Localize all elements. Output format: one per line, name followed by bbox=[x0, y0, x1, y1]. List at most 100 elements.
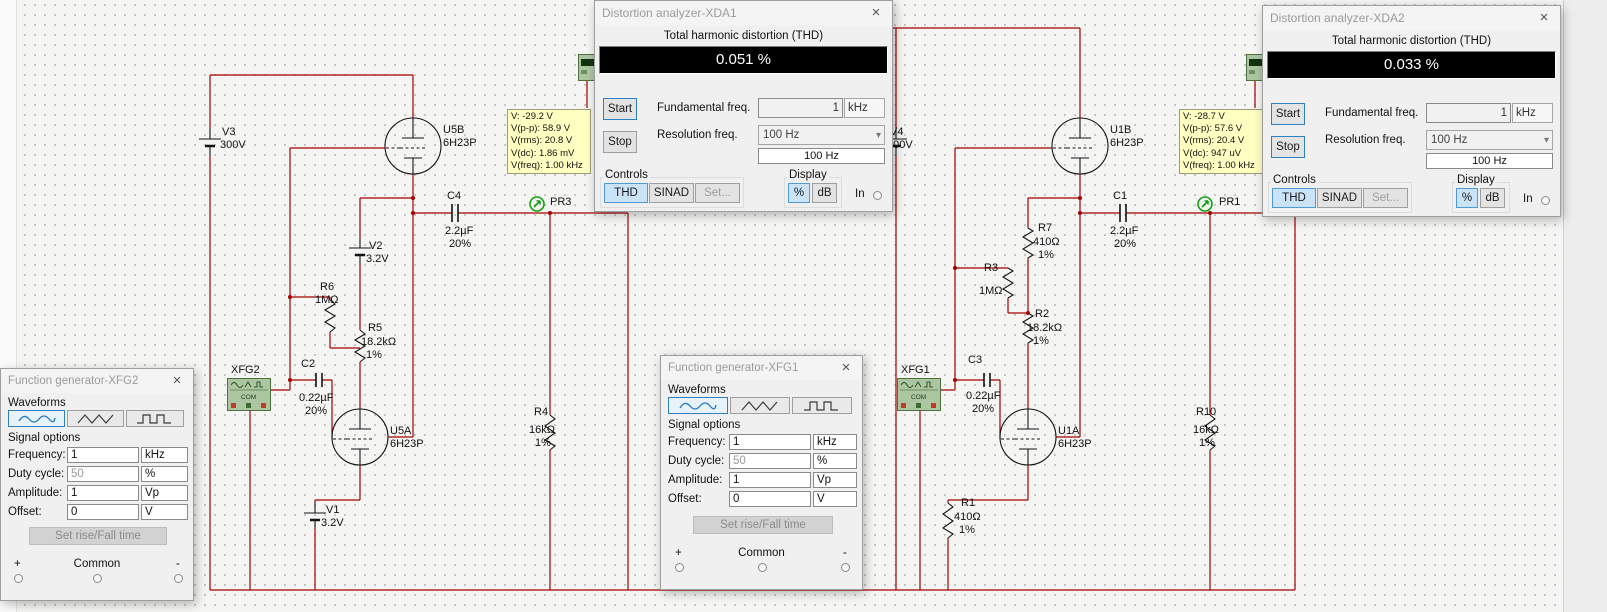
set-rise-fall-button[interactable]: Set rise/Fall time bbox=[29, 527, 167, 545]
probe-line: V: -28.7 V bbox=[1183, 111, 1225, 122]
resolution-freq-value: 100 Hz bbox=[763, 129, 800, 141]
sine-wave-button[interactable] bbox=[668, 397, 728, 414]
chevron-down-icon: ▾ bbox=[875, 130, 881, 141]
amplitude-input[interactable] bbox=[67, 485, 139, 501]
fundamental-freq-input[interactable] bbox=[758, 98, 843, 118]
resistor-R5 bbox=[353, 329, 367, 363]
fundamental-freq-unit: kHz bbox=[844, 98, 885, 118]
duty-cycle-input[interactable] bbox=[729, 453, 811, 469]
triangle-wave-button[interactable] bbox=[730, 397, 790, 414]
offset-unit: V bbox=[813, 491, 857, 507]
offset-input[interactable] bbox=[67, 504, 139, 520]
resolution-freq-edit[interactable] bbox=[1426, 153, 1553, 169]
duty-cycle-input[interactable] bbox=[67, 466, 139, 482]
resistor-R10 bbox=[1203, 414, 1216, 451]
xfg2-window: Function generator-XFG2 × Waveforms Sign… bbox=[0, 368, 194, 601]
thd-mode-button[interactable]: THD bbox=[1272, 188, 1316, 208]
probe-line: V(rms): 20.4 V bbox=[1183, 135, 1245, 147]
resolution-freq-edit[interactable] bbox=[758, 148, 885, 164]
tube-U1B bbox=[1051, 117, 1109, 175]
in-terminal[interactable] bbox=[1541, 196, 1550, 205]
resolution-freq-value: 100 Hz bbox=[1431, 134, 1468, 146]
probe-tooltip-right: V: -28.7 V V(p-p): 57.6 V V(rms): 20.4 V… bbox=[1179, 109, 1263, 175]
window-title: Distortion analyzer-XDA2 bbox=[1270, 11, 1405, 25]
resistor-R6 bbox=[323, 299, 337, 333]
db-button[interactable]: dB bbox=[812, 183, 837, 203]
frequency-input[interactable] bbox=[67, 447, 139, 463]
controls-group-label: Controls bbox=[603, 169, 650, 181]
sinad-mode-button[interactable]: SINAD bbox=[1317, 188, 1362, 208]
xfg2-instrument-icon[interactable]: COM bbox=[227, 378, 271, 411]
xda2-window: Distortion analyzer-XDA2 × Total harmoni… bbox=[1262, 5, 1561, 217]
duty-cycle-unit: % bbox=[813, 453, 857, 469]
resistor-R7 bbox=[1021, 227, 1035, 259]
tube-U5A bbox=[331, 408, 389, 466]
in-terminal[interactable] bbox=[873, 191, 882, 200]
stop-button[interactable]: Stop bbox=[1271, 136, 1305, 158]
sinad-mode-button[interactable]: SINAD bbox=[649, 183, 694, 203]
resolution-freq-dropdown[interactable]: 100 Hz ▾ bbox=[1426, 130, 1553, 150]
sine-wave-button[interactable] bbox=[8, 410, 65, 427]
resolution-freq-dropdown[interactable]: 100 Hz ▾ bbox=[758, 125, 885, 145]
frequency-label: Frequency: bbox=[8, 449, 66, 461]
start-button[interactable]: Start bbox=[603, 98, 637, 120]
resistor-R1 bbox=[941, 502, 954, 539]
amplitude-input[interactable] bbox=[729, 472, 811, 488]
settings-button[interactable]: Set... bbox=[1363, 188, 1408, 208]
triangle-wave-button[interactable] bbox=[67, 410, 124, 427]
duty-cycle-label: Duty cycle: bbox=[8, 468, 65, 480]
close-icon[interactable]: × bbox=[837, 359, 855, 377]
probe-PR3 bbox=[529, 196, 545, 212]
xfg1-instrument-icon[interactable]: COM bbox=[897, 378, 941, 411]
xfg1-titlebar[interactable]: Function generator-XFG1 × bbox=[661, 356, 862, 380]
in-terminal-label: In bbox=[1523, 193, 1533, 205]
plus-terminal[interactable] bbox=[14, 574, 23, 583]
percent-button[interactable]: % bbox=[1456, 188, 1478, 208]
square-wave-button[interactable] bbox=[792, 397, 852, 414]
resolution-freq-label: Resolution freq. bbox=[657, 129, 738, 141]
probe-line: V(dc): 947 uV bbox=[1183, 147, 1242, 159]
square-wave-icon bbox=[804, 401, 838, 411]
xfg2-titlebar[interactable]: Function generator-XFG2 × bbox=[1, 369, 193, 393]
window-title: Function generator-XFG1 bbox=[668, 362, 799, 374]
chevron-down-icon: ▾ bbox=[1543, 135, 1549, 146]
svg-text:COM: COM bbox=[911, 394, 926, 401]
waveforms-group-label: Waveforms bbox=[8, 397, 66, 409]
probe-line: V(freq): 1.00 kHz bbox=[511, 159, 583, 171]
plus-terminal[interactable] bbox=[675, 563, 684, 572]
sine-wave-icon bbox=[17, 415, 56, 423]
db-button[interactable]: dB bbox=[1480, 188, 1505, 208]
sine-wave-icon bbox=[679, 402, 717, 410]
common-terminal[interactable] bbox=[758, 563, 767, 572]
frequency-input[interactable] bbox=[729, 434, 811, 450]
duty-cycle-label: Duty cycle: bbox=[668, 455, 725, 467]
display-group-label: Display bbox=[1455, 174, 1497, 186]
minus-terminal[interactable] bbox=[841, 563, 850, 572]
close-icon[interactable]: × bbox=[867, 4, 885, 22]
square-wave-button[interactable] bbox=[126, 410, 184, 427]
tube-U5B bbox=[384, 117, 442, 175]
triangle-wave-icon bbox=[77, 414, 113, 424]
minus-terminal[interactable] bbox=[174, 574, 183, 583]
triangle-wave-icon bbox=[741, 401, 778, 411]
stop-button[interactable]: Stop bbox=[603, 131, 637, 153]
waveforms-group-label: Waveforms bbox=[668, 384, 726, 396]
close-icon[interactable]: × bbox=[168, 372, 186, 390]
fundamental-freq-input[interactable] bbox=[1426, 103, 1511, 123]
thd-value-display: 0.051 % bbox=[599, 46, 888, 74]
start-button[interactable]: Start bbox=[1271, 103, 1305, 125]
percent-button[interactable]: % bbox=[788, 183, 810, 203]
set-rise-fall-button[interactable]: Set rise/Fall time bbox=[693, 516, 833, 534]
xda1-titlebar[interactable]: Distortion analyzer-XDA1 × bbox=[595, 1, 892, 25]
xfg-icon-graphics: COM bbox=[230, 381, 268, 408]
tube-U1A bbox=[999, 408, 1057, 466]
common-terminal[interactable] bbox=[93, 574, 102, 583]
xda2-titlebar[interactable]: Distortion analyzer-XDA2 × bbox=[1263, 6, 1560, 30]
offset-input[interactable] bbox=[729, 491, 811, 507]
settings-button[interactable]: Set... bbox=[695, 183, 740, 203]
close-icon[interactable]: × bbox=[1535, 9, 1553, 27]
resistor-R4 bbox=[543, 414, 556, 451]
xfg-icon-graphics: COM bbox=[900, 381, 938, 408]
frequency-label: Frequency: bbox=[668, 436, 726, 448]
thd-mode-button[interactable]: THD bbox=[604, 183, 648, 203]
